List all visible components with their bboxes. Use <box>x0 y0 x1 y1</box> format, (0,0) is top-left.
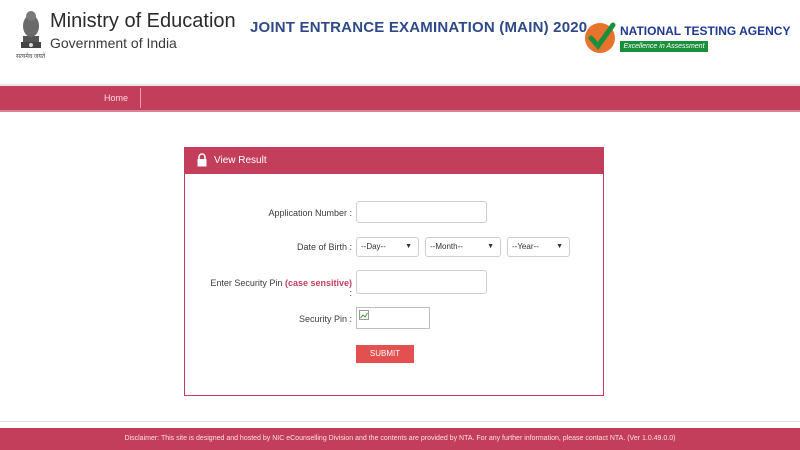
agency-tagline: Excellence in Assessment <box>620 41 708 52</box>
exam-title: JOINT ENTRANCE EXAMINATION (MAIN) 2020 <box>250 19 588 36</box>
ministry-subtitle: Government of India <box>50 35 177 51</box>
application-number-label: Application Number : <box>268 208 352 218</box>
emblem-caption: सत्यमेव जयते <box>16 54 46 60</box>
broken-image-icon <box>359 310 369 320</box>
site-header: Ministry of Education Government of Indi… <box>0 0 800 84</box>
agency-name: NATIONAL TESTING AGENCY <box>620 24 791 38</box>
dob-day-value: --Day-- <box>361 242 386 251</box>
footer-divider <box>0 421 800 422</box>
security-pin-input[interactable] <box>356 270 487 294</box>
chevron-down-icon: ▼ <box>487 243 494 250</box>
nta-logo-icon <box>585 22 616 53</box>
security-pin-label: Enter Security Pin (case sensitive) : <box>210 278 352 298</box>
nav-bottom-border <box>0 110 800 112</box>
security-pin-label-text: Enter Security Pin <box>210 278 283 288</box>
dob-month-select[interactable]: --Month-- ▼ <box>425 237 501 257</box>
captcha-label: Security Pin : <box>298 314 352 324</box>
case-sensitive-note: (case sensitive) <box>284 278 352 288</box>
panel-header: View Result <box>185 148 603 174</box>
dob-year-select[interactable]: --Year-- ▼ <box>507 237 570 257</box>
national-emblem-icon <box>21 11 41 48</box>
application-number-input[interactable] <box>356 201 487 223</box>
footer-disclaimer: Disclaimer: This site is designed and ho… <box>0 428 800 450</box>
dob-day-select[interactable]: --Day-- ▼ <box>356 237 419 257</box>
nav-separator <box>140 88 141 108</box>
ministry-title: Ministry of Education <box>50 10 236 32</box>
dob-month-value: --Month-- <box>430 242 463 251</box>
chevron-down-icon: ▼ <box>556 243 563 250</box>
chevron-down-icon: ▼ <box>405 243 412 250</box>
dob-label: Date of Birth : <box>296 242 352 252</box>
security-pin-colon: : <box>349 288 352 298</box>
lock-icon <box>197 153 207 167</box>
panel-title: View Result <box>214 155 267 166</box>
dob-year-value: --Year-- <box>512 242 539 251</box>
submit-button[interactable]: SUBMIT <box>356 345 414 363</box>
captcha-image <box>356 307 430 329</box>
nav-home-link[interactable]: Home <box>104 86 128 110</box>
nav-bar: Home <box>0 86 800 110</box>
